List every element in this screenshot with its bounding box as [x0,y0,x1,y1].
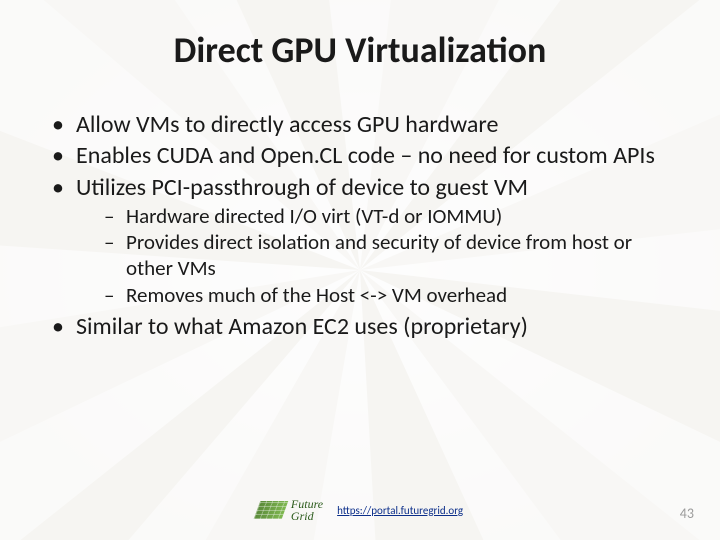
logo-grid-icon [254,501,289,519]
bullet-item: Enables CUDA and Open.CL code – no need … [52,141,678,170]
futuregrid-logo: Future Grid [257,498,323,522]
sub-bullet-item: Provides direct isolation and security o… [104,230,678,281]
bullet-list: Allow VMs to directly access GPU hardwar… [42,110,678,342]
sub-bullet-item: Hardware directed I/O virt (VT-d or IOMM… [104,204,678,230]
portal-url-link[interactable]: https://portal.futuregrid.org [337,504,463,517]
bullet-text: Utilizes PCI-passthrough of device to gu… [76,173,528,202]
bullet-item: Utilizes PCI-passthrough of device to gu… [52,173,678,309]
slide-content: Direct GPU Virtualization Allow VMs to d… [0,0,720,342]
bullet-item: Similar to what Amazon EC2 uses (proprie… [52,312,678,341]
sub-bullet-item: Removes much of the Host <-> VM overhead [104,283,678,309]
logo-line2: Grid [291,510,323,522]
page-number: 43 [680,505,694,522]
bullet-item: Allow VMs to directly access GPU hardwar… [52,110,678,139]
slide-title: Direct GPU Virtualization [42,28,678,72]
logo-text: Future Grid [291,498,323,522]
sub-bullet-list: Hardware directed I/O virt (VT-d or IOMM… [76,204,678,308]
slide-footer: Future Grid https://portal.futuregrid.or… [0,498,720,522]
